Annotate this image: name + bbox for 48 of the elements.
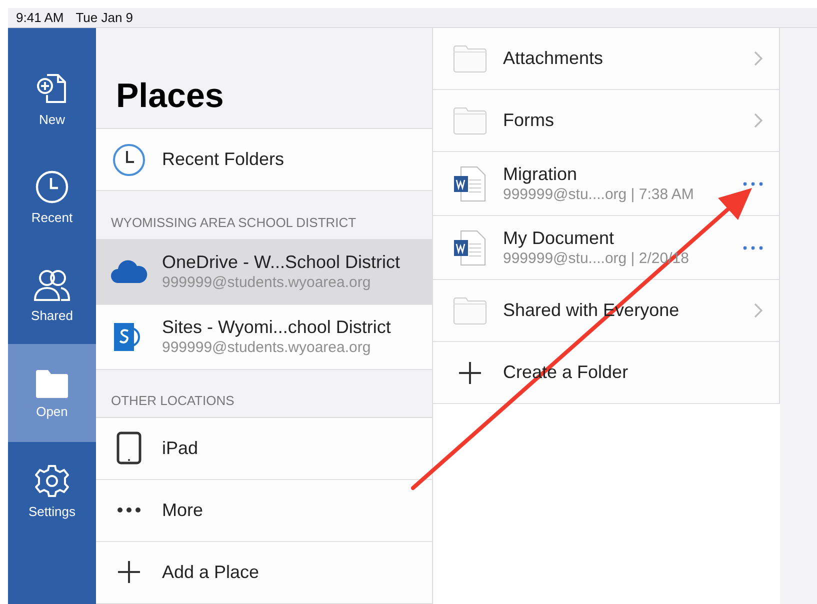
sidebar-item[interactable]: Settings [8, 442, 96, 540]
folder-icon [453, 44, 487, 72]
file-name: Attachments [503, 48, 604, 69]
more-options-icon[interactable] [743, 246, 763, 250]
place-name: More [162, 500, 204, 521]
place-name: Recent Folders [162, 149, 284, 170]
plus-icon [459, 362, 481, 384]
file-detail: 999999@stu....org | 7:38 AM [503, 186, 694, 203]
place-item[interactable]: iPad [96, 418, 432, 480]
new-document-icon [35, 72, 69, 106]
status-time: 9:41 AM [16, 10, 64, 25]
plus-icon [118, 561, 140, 584]
place-name: iPad [162, 438, 198, 459]
tablet-icon [116, 431, 142, 466]
sidebar-item[interactable]: Recent [8, 148, 96, 246]
cloud-icon [110, 260, 148, 284]
more-options-icon[interactable] [743, 182, 763, 186]
chevron-right-icon [754, 303, 763, 318]
place-item[interactable]: Recent Folders [96, 129, 432, 192]
people-icon [33, 268, 71, 302]
file-name: Migration [503, 164, 578, 185]
place-item[interactable]: More [96, 480, 432, 542]
sidebar-item[interactable]: New [8, 50, 96, 148]
clock-icon [112, 142, 146, 177]
file-item[interactable]: Forms [433, 90, 779, 152]
place-account: 999999@students.wyoarea.org [162, 339, 372, 356]
chevron-right-icon [754, 51, 763, 66]
ellipsis-icon [117, 507, 141, 514]
file-name: Forms [503, 110, 554, 131]
chevron-right-icon [754, 113, 763, 128]
folder-icon [34, 368, 70, 398]
file-name: My Document [503, 228, 616, 249]
place-name: Sites - Wyomi...chool District [162, 317, 391, 338]
place-name: OneDrive - W...School District [162, 252, 400, 274]
place-item[interactable]: Add a Place [96, 542, 432, 604]
word-document-icon [453, 166, 487, 202]
place-name: Add a Place [162, 562, 260, 583]
sidebar-item[interactable]: Shared [8, 246, 96, 344]
word-document-icon [453, 230, 487, 266]
folder-icon [453, 296, 487, 324]
folder-icon [453, 106, 487, 134]
status-date: Tue Jan 9 [76, 10, 134, 25]
settings-icon [35, 464, 69, 498]
place-item[interactable]: Sites - Wyomi...chool District 999999@students.wyoarea.org [96, 304, 432, 370]
file-item[interactable]: Attachments [433, 28, 779, 90]
clock-icon [35, 170, 69, 204]
place-item[interactable]: OneDrive - W...School District 999999@students.wyoarea.org [96, 240, 432, 305]
place-account: 999999@students.wyoarea.org [162, 274, 372, 292]
